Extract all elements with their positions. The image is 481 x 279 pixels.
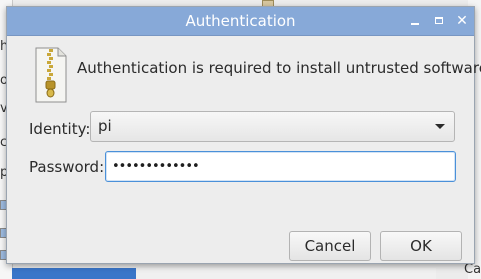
background-text-fragment: Ca: [464, 262, 481, 277]
auth-message: Authentication is required to install un…: [77, 59, 481, 77]
identity-value: pi: [98, 117, 112, 135]
maximize-button[interactable]: [431, 13, 447, 29]
minimize-button[interactable]: [407, 13, 423, 29]
close-button[interactable]: ✕: [454, 13, 470, 29]
close-icon: ✕: [456, 13, 468, 29]
maximize-icon: [435, 17, 443, 24]
password-label: Password:: [29, 158, 105, 176]
ok-button[interactable]: OK: [380, 231, 462, 261]
chevron-down-icon: [435, 124, 445, 129]
background-status-strip: [136, 268, 436, 279]
identity-select[interactable]: pi: [90, 111, 455, 142]
dialog-title: Authentication: [185, 12, 296, 30]
archive-icon: [35, 47, 67, 103]
background-selection-bar: [12, 268, 136, 279]
authentication-dialog: Authentication ✕ Authentication is requi…: [6, 6, 481, 264]
identity-label: Identity:: [29, 120, 91, 138]
dialog-titlebar[interactable]: Authentication ✕: [7, 7, 474, 36]
cancel-button[interactable]: Cancel: [289, 231, 371, 261]
password-field[interactable]: •••••••••••••: [105, 151, 456, 182]
minimize-icon: [411, 23, 419, 25]
password-value: •••••••••••••: [112, 159, 200, 174]
